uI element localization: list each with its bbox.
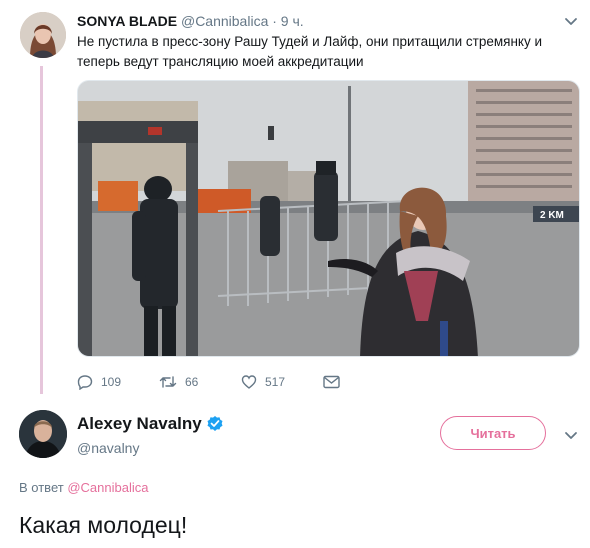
reply-count: 109 — [101, 375, 122, 389]
reply-to-handle-link[interactable]: @Cannibalica — [67, 480, 148, 495]
reply-prefix: В ответ — [19, 480, 64, 495]
heart-icon — [241, 375, 257, 389]
retweet-count: 66 — [185, 375, 199, 389]
follow-button[interactable]: Читать — [440, 416, 546, 450]
reply-context: В ответ @Cannibalica — [19, 480, 148, 495]
tweet-header: SONYA BLADE @Cannibalica · 9 ч. — [77, 12, 304, 30]
retweet-icon — [159, 376, 177, 388]
verified-badge-icon — [206, 415, 224, 433]
chevron-down-icon[interactable] — [562, 426, 580, 444]
avatar[interactable] — [20, 12, 66, 58]
user-handle[interactable]: @navalny — [77, 440, 139, 456]
timestamp[interactable]: · 9 ч. — [272, 13, 303, 29]
reply-icon — [77, 375, 93, 390]
like-count: 517 — [265, 375, 286, 389]
street-sign-text: 2 KM — [540, 210, 564, 221]
display-name-text[interactable]: Alexey Navalny — [77, 414, 202, 434]
direct-message-button[interactable] — [323, 375, 348, 389]
thread-connector-line — [40, 66, 43, 394]
reply-button[interactable]: 109 — [77, 374, 159, 390]
tweet-photo[interactable]: 2 KM — [77, 80, 580, 357]
display-name[interactable]: SONYA BLADE — [77, 13, 177, 29]
like-button[interactable]: 517 — [241, 374, 323, 390]
avatar[interactable] — [19, 410, 67, 458]
display-name[interactable]: Alexey Navalny — [77, 414, 224, 434]
tweet-text: Не пустила в пресс-зону Рашу Тудей и Лай… — [77, 34, 543, 69]
mail-icon — [323, 375, 340, 389]
user-handle[interactable]: @Cannibalica — [181, 13, 268, 29]
tweet-actions: 109 66 517 — [77, 372, 348, 392]
chevron-down-icon[interactable] — [562, 12, 580, 30]
retweet-button[interactable]: 66 — [159, 374, 241, 390]
tweet-text: Какая молодец! — [19, 512, 188, 538]
